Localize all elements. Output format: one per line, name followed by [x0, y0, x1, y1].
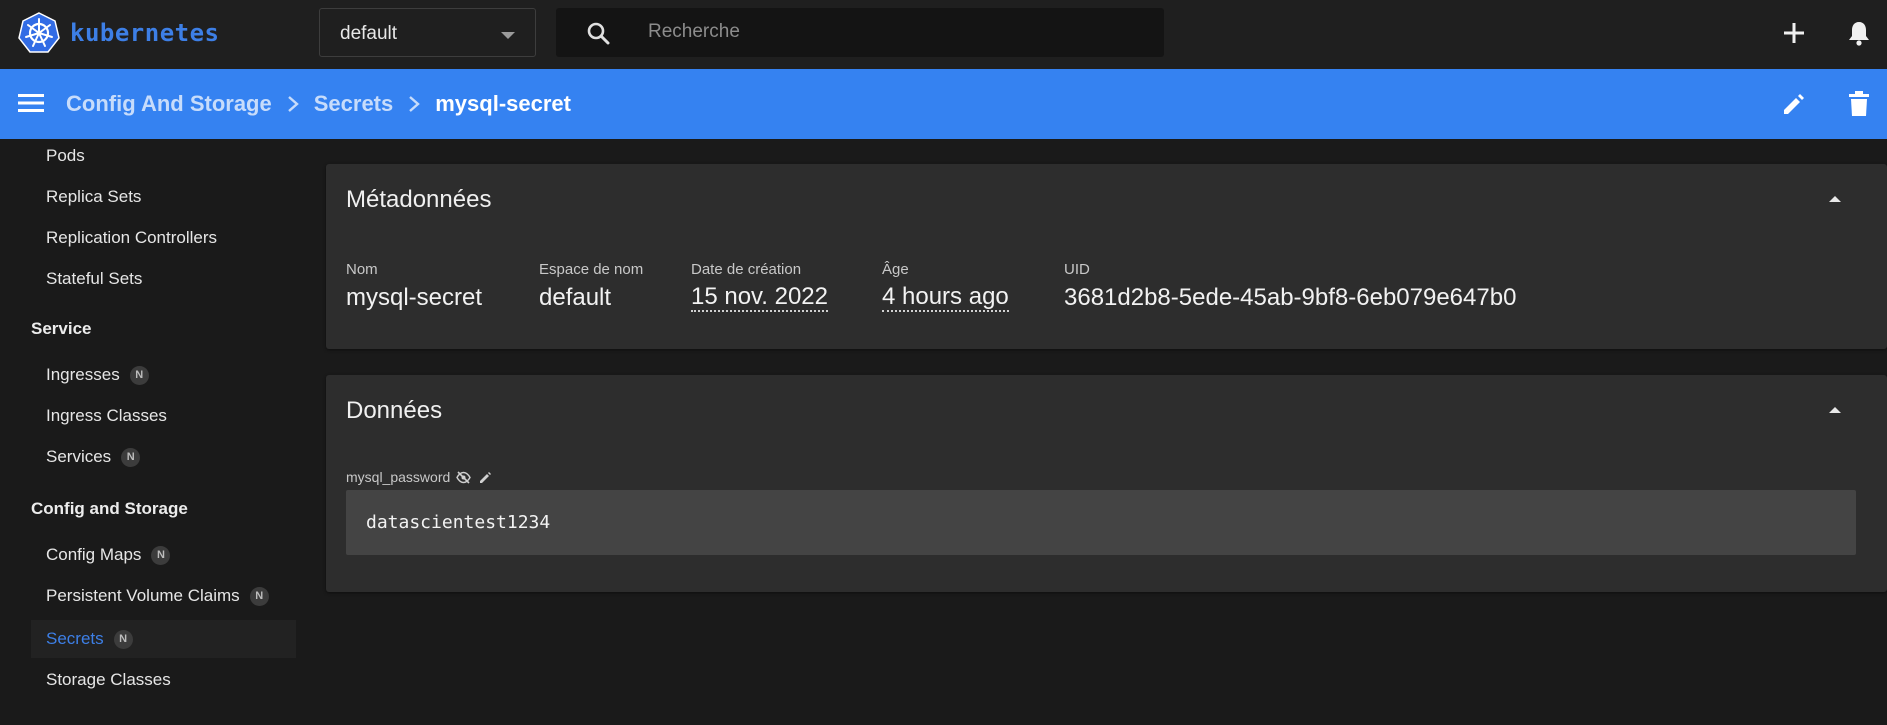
- search-bar[interactable]: [556, 8, 1164, 57]
- sidebar-item-config-maps[interactable]: Config Maps N: [46, 545, 171, 565]
- sidebar-section-service[interactable]: Service: [31, 319, 92, 339]
- namespaced-badge: N: [113, 629, 133, 649]
- breadcrumb-current: mysql-secret: [435, 91, 571, 116]
- field-label: Nom: [346, 261, 378, 278]
- breadcrumb-config-and-storage[interactable]: Config And Storage: [66, 91, 272, 117]
- field-label: UID: [1064, 261, 1090, 278]
- breadcrumb-secrets[interactable]: Secrets: [314, 91, 394, 117]
- breadcrumb-bar: Config And Storage Secrets mysql-secret: [0, 69, 1887, 139]
- caret-down-icon: [501, 32, 515, 39]
- sidebar-item-replica-sets[interactable]: Replica Sets: [46, 187, 141, 207]
- sidebar-item-label: Replication Controllers: [46, 228, 218, 247]
- delete-button[interactable]: [1843, 88, 1875, 120]
- sidebar-item-persistent-volume-claims[interactable]: Persistent Volume Claims N: [46, 586, 269, 606]
- collapse-up-icon[interactable]: [1827, 405, 1843, 415]
- brand-name: kubernetes: [70, 19, 220, 47]
- namespaced-badge: N: [151, 545, 171, 565]
- sidebar-item-label: Stateful Sets: [46, 269, 143, 288]
- field-label: Âge: [882, 261, 909, 278]
- sidebar-item-pods[interactable]: Pods: [46, 146, 85, 166]
- menu-icon[interactable]: [18, 92, 44, 114]
- sidebar-item-label: Storage Classes: [46, 670, 171, 689]
- sidebar-item-label: Ingress Classes: [46, 406, 167, 425]
- namespace-selector[interactable]: default: [319, 8, 536, 57]
- namespace-value: default: [340, 23, 398, 44]
- chevron-right-icon: [409, 96, 421, 112]
- sidebar-item-storage-classes[interactable]: Storage Classes: [46, 670, 171, 690]
- secret-value: datascientest1234: [366, 512, 551, 533]
- plus-icon: [1784, 23, 1804, 43]
- field-value[interactable]: 15 nov. 2022: [691, 284, 829, 312]
- add-resource-button[interactable]: [1778, 17, 1810, 49]
- field-value: mysql-secret: [346, 284, 483, 311]
- sidebar-item-label: Config Maps: [46, 545, 142, 564]
- pencil-icon: [1784, 94, 1804, 114]
- sidebar-item-services[interactable]: Services N: [46, 447, 141, 467]
- sidebar-item-label: Pods: [46, 146, 85, 165]
- metadata-namespace: Espace de nom default: [539, 261, 643, 312]
- pencil-icon[interactable]: [479, 471, 492, 484]
- data-key-label: mysql_password: [346, 469, 451, 485]
- chevron-right-icon: [287, 96, 299, 112]
- field-label: Date de création: [691, 261, 802, 278]
- edit-button[interactable]: [1778, 88, 1810, 120]
- bell-icon: [1849, 22, 1869, 46]
- data-card: Données mysql_password datascientest1234: [326, 375, 1887, 592]
- kubernetes-logo[interactable]: kubernetes: [18, 12, 220, 54]
- field-value: 3681d2b8-5ede-45ab-9bf8-6eb079e647b0: [1064, 284, 1517, 311]
- sidebar-item-secrets[interactable]: Secrets N: [31, 620, 296, 658]
- field-label: Espace de nom: [539, 261, 644, 278]
- metadata-creation-date: Date de création 15 nov. 2022: [691, 261, 829, 312]
- top-bar: kubernetes default: [0, 0, 1887, 69]
- metadata-title: Métadonnées: [346, 186, 492, 213]
- sidebar-section-config-and-storage[interactable]: Config and Storage: [31, 499, 188, 519]
- sidebar-item-replication-controllers[interactable]: Replication Controllers: [46, 228, 217, 248]
- notifications-button[interactable]: [1843, 17, 1875, 49]
- metadata-age: Âge 4 hours ago: [882, 261, 1009, 312]
- field-value[interactable]: 4 hours ago: [882, 284, 1009, 312]
- sidebar-item-label: Services: [46, 447, 112, 466]
- sidebar-item-label: Replica Sets: [46, 187, 142, 206]
- collapse-up-icon[interactable]: [1827, 194, 1843, 204]
- sidebar-item-ingress-classes[interactable]: Ingress Classes: [46, 406, 167, 426]
- data-title: Données: [346, 397, 443, 424]
- namespaced-badge: N: [129, 365, 149, 385]
- secret-value-box[interactable]: datascientest1234: [346, 490, 1856, 555]
- sidebar-item-label: Ingresses: [46, 365, 120, 384]
- kubernetes-logo-icon: [18, 12, 60, 53]
- trash-icon: [1849, 91, 1869, 116]
- sidebar-item-stateful-sets[interactable]: Stateful Sets: [46, 269, 142, 289]
- eye-off-icon[interactable]: [456, 470, 472, 484]
- metadata-name: Nom mysql-secret: [346, 261, 482, 312]
- sidebar: Pods Replica Sets Replication Controller…: [0, 139, 296, 725]
- namespaced-badge: N: [249, 586, 269, 606]
- data-key: mysql_password: [346, 469, 492, 485]
- metadata-uid: UID 3681d2b8-5ede-45ab-9bf8-6eb079e647b0: [1064, 261, 1516, 312]
- metadata-card: Métadonnées Nom mysql-secret Espace de n…: [326, 164, 1887, 349]
- namespaced-badge: N: [121, 447, 141, 467]
- field-value: default: [539, 284, 612, 311]
- sidebar-item-label: Secrets: [46, 629, 104, 648]
- search-icon: [587, 22, 610, 45]
- sidebar-item-ingresses[interactable]: Ingresses N: [46, 365, 149, 385]
- breadcrumb: Config And Storage Secrets mysql-secret: [66, 91, 571, 117]
- search-input[interactable]: [648, 17, 1128, 47]
- sidebar-item-label: Persistent Volume Claims: [46, 586, 240, 605]
